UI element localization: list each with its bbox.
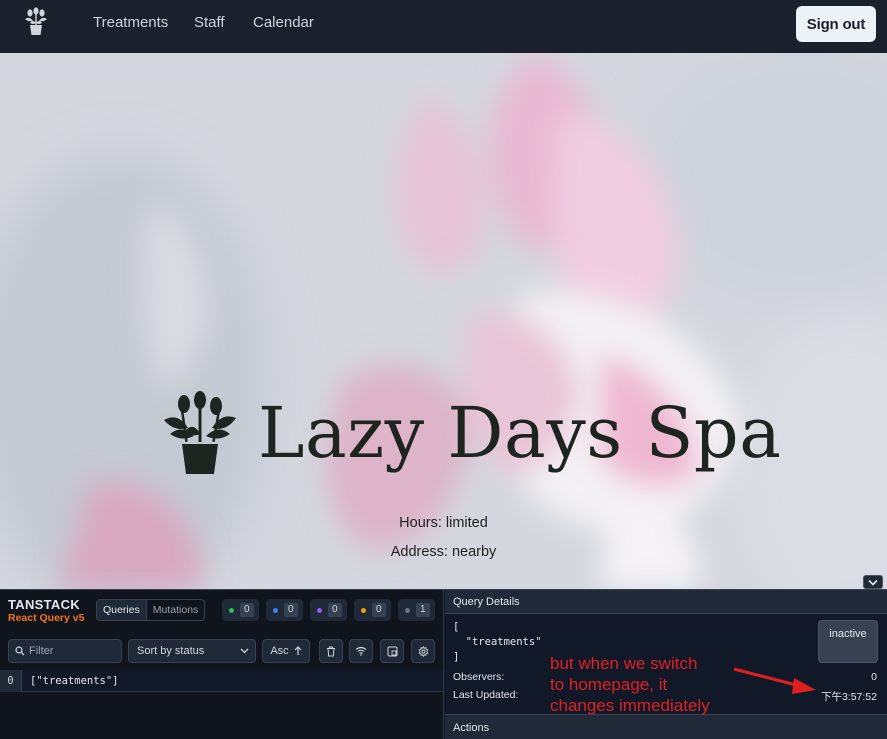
status-count-fetching[interactable]: 0	[266, 599, 303, 621]
inactive-dot-icon	[405, 607, 410, 613]
annotation-arrow-icon	[733, 667, 816, 694]
status-count-stale[interactable]: 0	[354, 599, 391, 621]
fetching-count: 0	[284, 603, 298, 617]
tab-mutations[interactable]: Mutations	[147, 600, 205, 620]
devtools-collapse-button[interactable]	[863, 575, 883, 589]
wifi-icon	[355, 646, 367, 656]
fresh-count: 0	[240, 603, 254, 617]
annotation-note: but when we switch to homepage, it chang…	[550, 653, 750, 716]
query-list-panel: TANSTACK React Query v5 Queries Mutation…	[0, 590, 444, 739]
stale-count: 0	[372, 603, 386, 617]
sort-select[interactable]: Sort by status	[128, 639, 256, 663]
plant-logo-icon[interactable]	[22, 7, 50, 37]
nav-link-treatments[interactable]: Treatments	[93, 13, 168, 33]
trash-icon	[327, 646, 335, 656]
devtools-brand: TANSTACK	[8, 597, 80, 612]
pip-button[interactable]	[380, 639, 404, 663]
mock-offline-button[interactable]	[349, 639, 373, 663]
actions-header: Actions	[445, 714, 887, 739]
react-query-devtools: TANSTACK React Query v5 Queries Mutation…	[0, 589, 887, 739]
nav-link-calendar[interactable]: Calendar	[253, 13, 314, 33]
hours-text: Hours: limited	[399, 515, 488, 531]
query-status-badge: inactive	[818, 620, 878, 663]
picture-in-picture-icon	[387, 646, 397, 656]
key-bracket-close: ]	[453, 651, 460, 663]
hero-title: Lazy Days Spa	[258, 392, 782, 474]
annotation-line: but when we switch	[550, 654, 698, 673]
fetching-dot-icon	[273, 607, 278, 613]
search-icon	[15, 646, 25, 656]
filter-field[interactable]	[8, 639, 122, 663]
orchid-background-image	[0, 53, 887, 589]
fresh-dot-icon	[229, 607, 234, 613]
chevron-down-icon	[868, 579, 878, 586]
sort-order-label: Asc	[270, 645, 289, 657]
potted-plant-icon	[164, 391, 236, 474]
status-count-fresh[interactable]: 0	[222, 599, 259, 621]
hero-title-group: Lazy Days Spa	[160, 390, 781, 476]
last-updated-label: Last Updated:	[453, 689, 519, 701]
query-details-key: [ "treatments" ]	[453, 620, 542, 665]
key-item: "treatments"	[465, 636, 542, 648]
sort-order-button[interactable]: Asc	[262, 639, 310, 663]
sort-select-label: Sort by status	[137, 645, 205, 657]
annotation-line: to homepage, it	[550, 675, 668, 694]
observers-value: 0	[871, 671, 877, 683]
observers-label: Observers:	[453, 671, 505, 683]
sign-out-button[interactable]: Sign out	[796, 6, 876, 42]
query-observer-count: 0	[0, 669, 22, 692]
paused-count: 0	[328, 603, 342, 617]
devtools-brand-subtitle: React Query v5	[8, 612, 85, 624]
query-key: ["treatments"]	[30, 674, 119, 687]
annotation-line: changes immediately	[550, 696, 710, 715]
gear-icon	[418, 645, 428, 657]
last-updated-value: 下午3:57:52	[820, 691, 877, 703]
paused-dot-icon	[317, 607, 322, 613]
chevron-down-icon	[240, 648, 249, 654]
tab-queries[interactable]: Queries	[97, 600, 147, 620]
stale-dot-icon	[361, 607, 366, 613]
status-count-inactive[interactable]: 1	[398, 599, 435, 621]
address-text: Address: nearby	[390, 544, 497, 560]
top-nav: Treatments Staff Calendar Sign out	[0, 0, 887, 53]
query-details-header: Query Details	[445, 590, 887, 614]
nav-link-staff[interactable]: Staff	[194, 13, 225, 33]
clear-cache-button[interactable]	[319, 639, 343, 663]
hero-section: Lazy Days Spa Hours: limited Address: ne…	[0, 53, 887, 589]
key-bracket-open: [	[453, 621, 460, 633]
filter-input[interactable]	[29, 645, 115, 657]
status-count-paused[interactable]: 0	[310, 599, 347, 621]
settings-button[interactable]	[411, 639, 435, 663]
inactive-count: 1	[416, 603, 430, 617]
arrow-up-icon	[294, 646, 302, 655]
view-tabs: Queries Mutations	[96, 599, 206, 621]
query-row[interactable]: 0 ["treatments"]	[0, 669, 443, 692]
